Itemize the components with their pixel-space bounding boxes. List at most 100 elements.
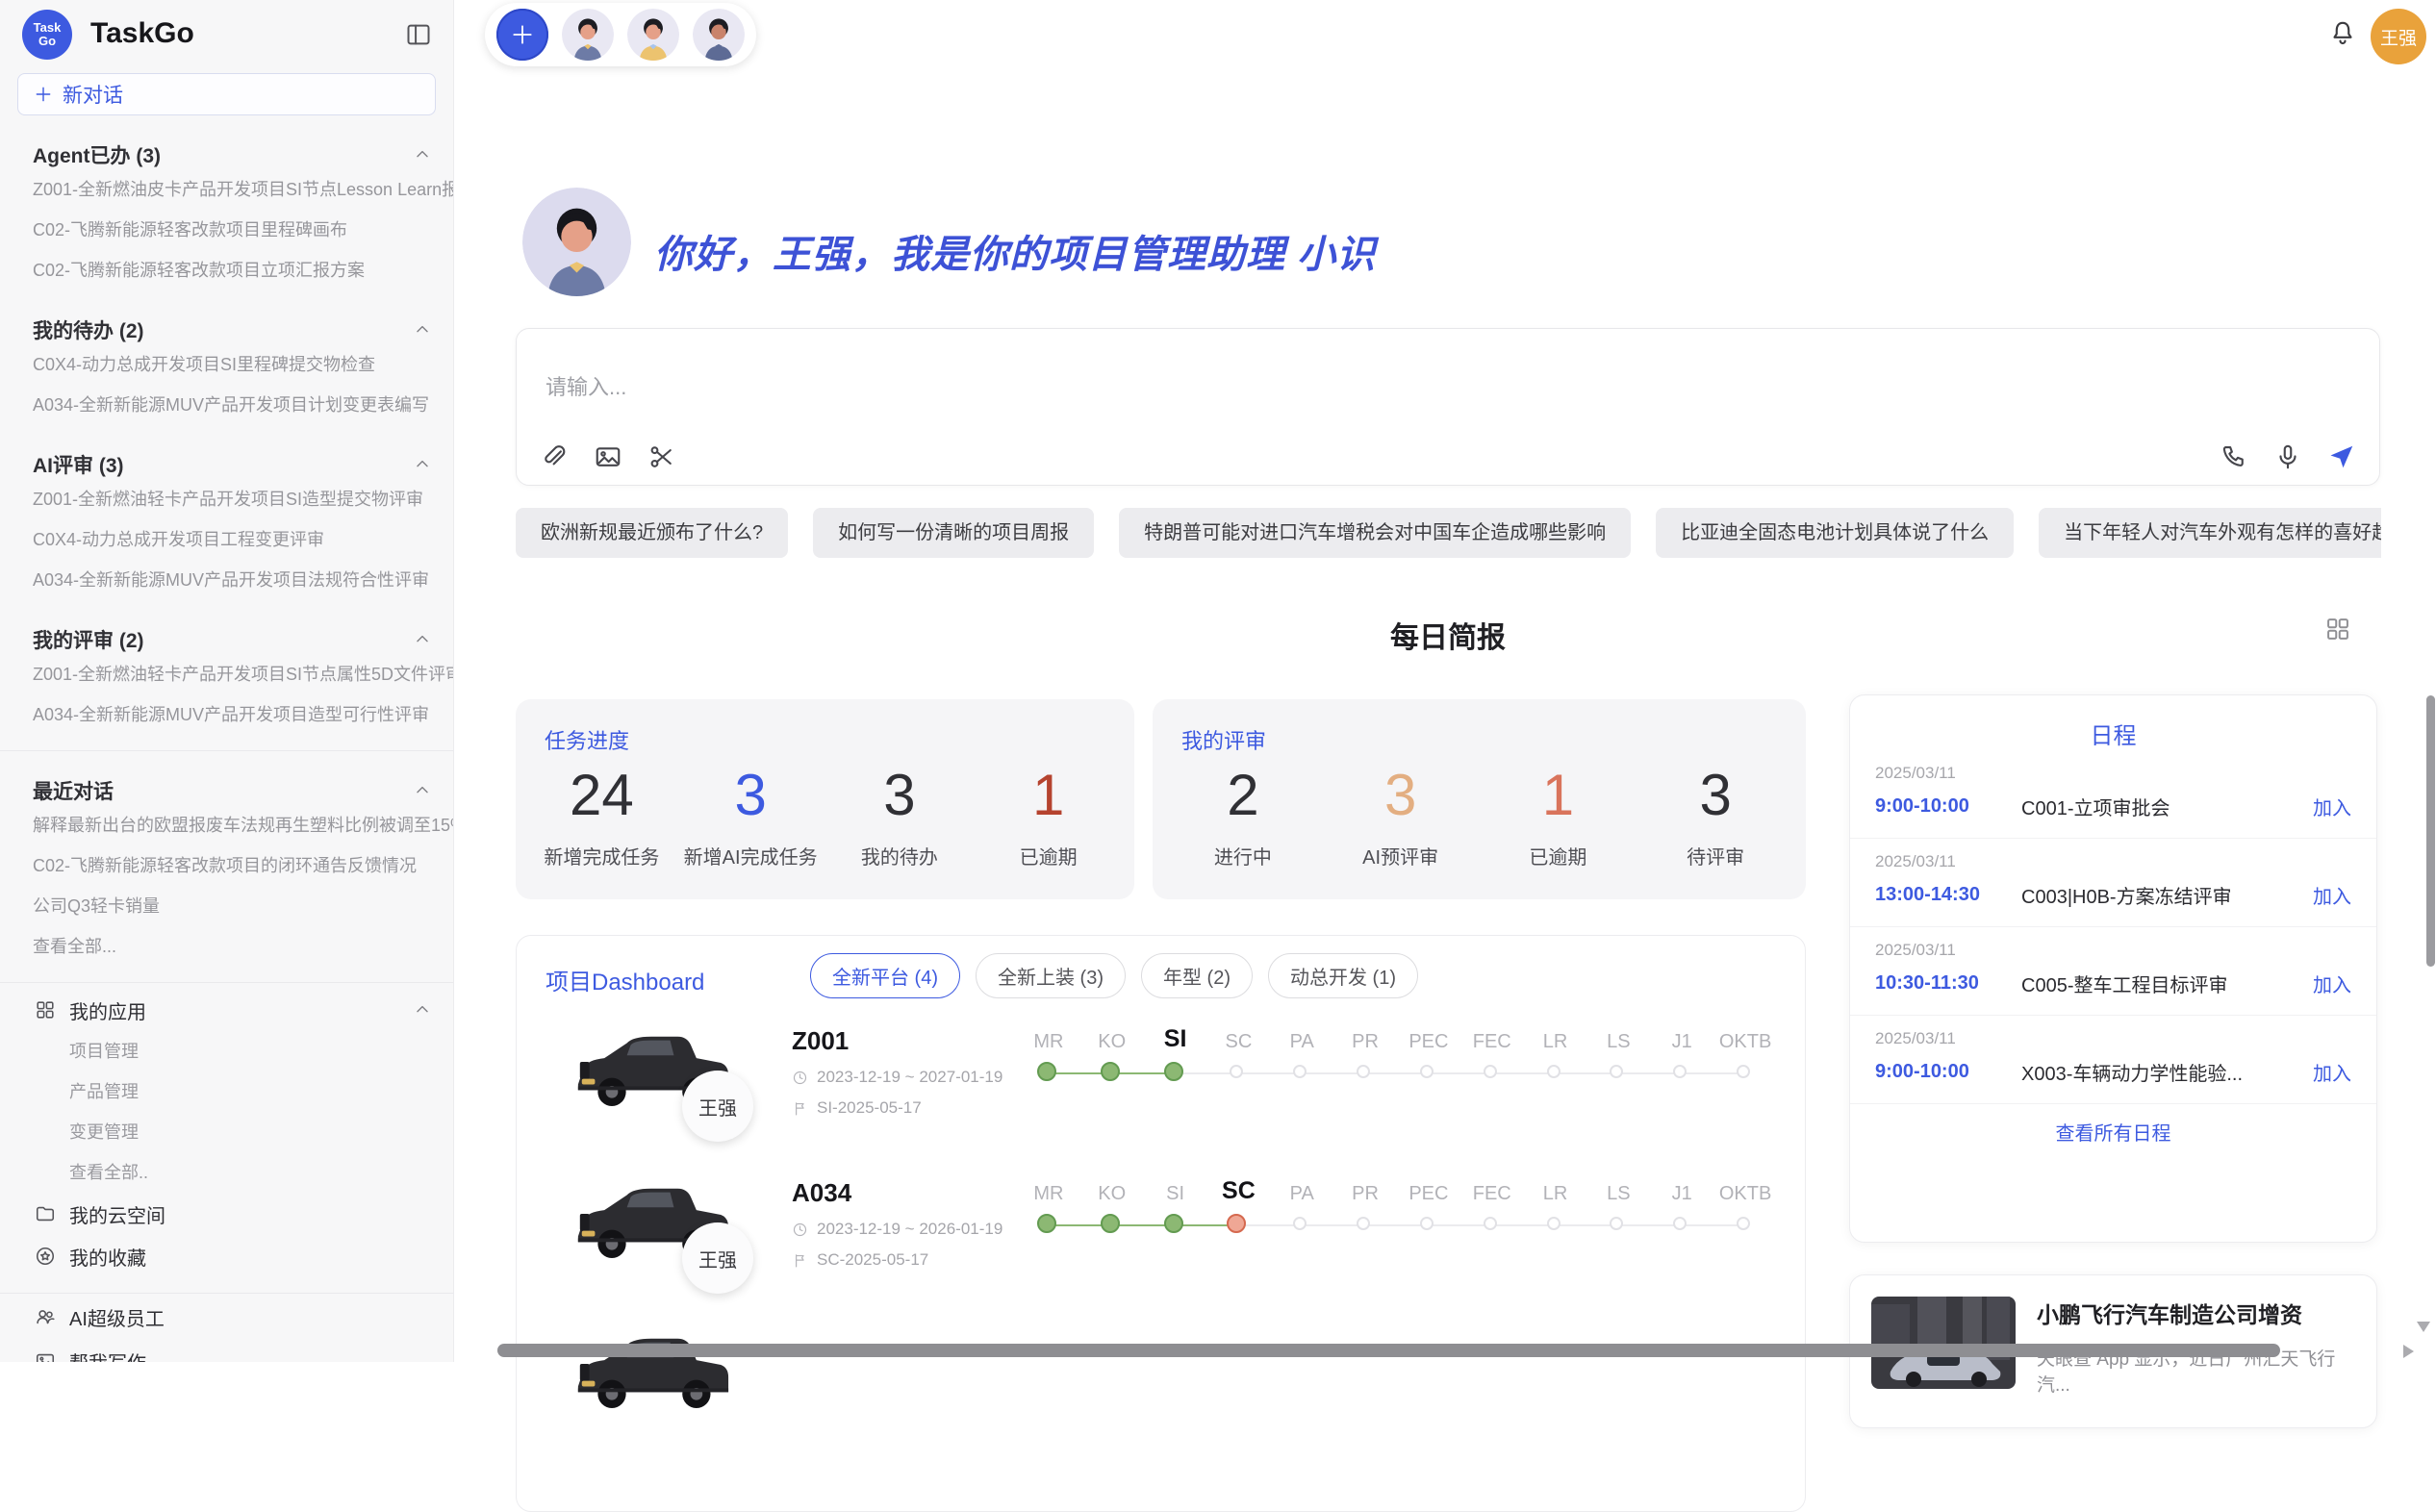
- agent-avatar-3[interactable]: [693, 9, 745, 61]
- screenshot-scissors-icon[interactable]: [647, 442, 676, 471]
- milestone-dot-pending[interactable]: [1610, 1217, 1623, 1230]
- milestone-label: FEC: [1460, 1183, 1524, 1205]
- milestone-dot-pending[interactable]: [1484, 1065, 1497, 1078]
- milestone-dot-pending[interactable]: [1357, 1065, 1370, 1078]
- briefing-layout-icon[interactable]: [2324, 616, 2351, 643]
- recent-chat-item[interactable]: 公司Q3轻卡销量: [0, 886, 453, 926]
- stat: 3待评审: [1637, 761, 1794, 869]
- sidebar-task-item[interactable]: C0X4-动力总成开发项目SI里程碑提交物检查: [0, 344, 453, 385]
- image-upload-icon[interactable]: [594, 442, 622, 471]
- sidebar-tool-item[interactable]: 帮我写作: [0, 1340, 453, 1362]
- app-link[interactable]: 产品管理: [0, 1071, 453, 1112]
- chat-input[interactable]: [546, 375, 1700, 400]
- new-chat-button[interactable]: 新对话: [17, 73, 436, 115]
- sidebar-task-item[interactable]: A034-全新新能源MUV产品开发项目计划变更表编写: [0, 385, 453, 425]
- dashboard-filter-pill[interactable]: 动总开发 (1): [1268, 953, 1418, 998]
- project-code: A034: [792, 1178, 1002, 1208]
- sidebar-task-item[interactable]: C0X4-动力总成开发项目工程变更评审: [0, 519, 453, 560]
- dashboard-filter-pill[interactable]: 全新平台 (4): [810, 953, 960, 998]
- suggestion-chip[interactable]: 当下年轻人对汽车外观有怎样的喜好趋势: [2039, 508, 2381, 558]
- app-link[interactable]: 变更管理: [0, 1112, 453, 1152]
- suggestion-chip[interactable]: 比亚迪全固态电池计划具体说了什么: [1656, 508, 2014, 558]
- milestone-dot-pending[interactable]: [1547, 1217, 1561, 1230]
- milestone-dot-pending[interactable]: [1293, 1217, 1307, 1230]
- milestone-dot-pending[interactable]: [1547, 1065, 1561, 1078]
- join-link[interactable]: 加入: [2313, 1058, 2351, 1086]
- sidebar-section-header[interactable]: 最近对话: [33, 776, 432, 805]
- suggestion-chip[interactable]: 如何写一份清晰的项目周报: [813, 508, 1094, 558]
- sidebar-section-header[interactable]: AI评审 (3): [33, 450, 432, 479]
- agent-avatar-1[interactable]: [562, 9, 614, 61]
- recent-chat-item[interactable]: C02-飞腾新能源轻客改款项目的闭环通告反馈情况: [0, 845, 453, 886]
- user-avatar[interactable]: 王强: [2371, 9, 2426, 64]
- schedule-event: 2025/03/119:00-10:00X003-车辆动力学性能验...加入: [1850, 1015, 2376, 1103]
- milestone-dot-pending[interactable]: [1357, 1217, 1370, 1230]
- sidebar-task-item[interactable]: A034-全新新能源MUV产品开发项目造型可行性评审: [0, 694, 453, 735]
- notification-bell-icon[interactable]: [2328, 19, 2357, 48]
- project-row[interactable]: 王强Z0012023-12-19 ~ 2027-01-19SI-2025-05-…: [517, 1019, 1805, 1171]
- stat-label: AI预评审: [1322, 842, 1480, 869]
- attachment-icon[interactable]: [540, 442, 569, 471]
- send-icon[interactable]: [2327, 442, 2356, 471]
- milestone-dot-pending[interactable]: [1737, 1217, 1750, 1230]
- view-all-apps-link[interactable]: 查看全部..: [0, 1152, 453, 1193]
- sidebar-section-header[interactable]: 我的待办 (2): [33, 315, 432, 344]
- view-all-chats-link[interactable]: 查看全部...: [0, 926, 453, 967]
- section-label: 最近对话: [33, 776, 413, 805]
- sidebar-section-header[interactable]: 我的评审 (2): [33, 625, 432, 654]
- milestone-dot-pending[interactable]: [1293, 1065, 1307, 1078]
- milestone-dot-pending[interactable]: [1484, 1217, 1497, 1230]
- suggestion-chip[interactable]: 特朗普可能对进口汽车增税会对中国车企造成哪些影响: [1119, 508, 1631, 558]
- event-name: X003-车辆动力学性能验...: [2021, 1058, 2313, 1086]
- milestone-dot-done[interactable]: [1037, 1214, 1056, 1233]
- clock-icon: [792, 1070, 808, 1086]
- dashboard-filter-pill[interactable]: 年型 (2): [1141, 953, 1253, 998]
- sidebar-section-header[interactable]: Agent已办 (3): [33, 140, 432, 169]
- suggestion-chip[interactable]: 欧洲新规最近颁布了什么?: [516, 508, 788, 558]
- milestone-dot-done[interactable]: [1101, 1214, 1120, 1233]
- sidebar-task-item[interactable]: Z001-全新燃油轻卡产品开发项目SI节点属性5D文件评审: [0, 654, 453, 694]
- scroll-right-arrow[interactable]: [2403, 1345, 2414, 1358]
- milestone-label: PEC: [1397, 1183, 1460, 1205]
- app-link[interactable]: 项目管理: [0, 1031, 453, 1071]
- milestone-dot-pending[interactable]: [1420, 1065, 1434, 1078]
- vertical-scrollbar[interactable]: [2426, 695, 2435, 967]
- milestone-dot-done[interactable]: [1164, 1214, 1183, 1233]
- phone-call-icon[interactable]: [2220, 442, 2248, 471]
- join-link[interactable]: 加入: [2313, 970, 2351, 997]
- project-row[interactable]: 王强A0342023-12-19 ~ 2026-01-19SC-2025-05-…: [517, 1171, 1805, 1323]
- add-agent-button[interactable]: [496, 9, 548, 61]
- milestone-dot-risk[interactable]: [1227, 1214, 1246, 1233]
- milestone-dot-pending[interactable]: [1673, 1217, 1687, 1230]
- sidebar-collapse-icon[interactable]: [405, 21, 432, 48]
- milestone-label: SC: [1207, 1031, 1271, 1053]
- microphone-icon[interactable]: [2273, 442, 2302, 471]
- dashboard-filter-pill[interactable]: 全新上装 (3): [976, 953, 1126, 998]
- milestone-dot-pending[interactable]: [1230, 1065, 1243, 1078]
- view-all-schedule-link[interactable]: 查看所有日程: [1850, 1103, 2376, 1159]
- recent-chat-item[interactable]: 解释最新出台的欧盟报废车法规再生塑料比例被调至15%...: [0, 805, 453, 845]
- sidebar-task-item[interactable]: C02-飞腾新能源轻客改款项目立项汇报方案: [0, 250, 453, 290]
- milestone-dot-pending[interactable]: [1610, 1065, 1623, 1078]
- milestone-dot-done[interactable]: [1101, 1062, 1120, 1081]
- sidebar-item-folder[interactable]: 我的云空间: [0, 1193, 453, 1235]
- milestone-dot-done[interactable]: [1164, 1062, 1183, 1081]
- join-link[interactable]: 加入: [2313, 793, 2351, 820]
- milestone-dot-pending[interactable]: [1737, 1065, 1750, 1078]
- sidebar-item-my-apps[interactable]: 我的应用: [0, 989, 453, 1031]
- milestone-dot-pending[interactable]: [1673, 1065, 1687, 1078]
- sidebar-task-item[interactable]: A034-全新新能源MUV产品开发项目法规符合性评审: [0, 560, 453, 600]
- milestone-dot-done[interactable]: [1037, 1062, 1056, 1081]
- agent-avatar-2[interactable]: [627, 9, 679, 61]
- sidebar-task-item[interactable]: C02-飞腾新能源轻客改款项目里程碑画布: [0, 210, 453, 250]
- sidebar-tool-item[interactable]: AI超级员工: [0, 1296, 453, 1338]
- join-link[interactable]: 加入: [2313, 881, 2351, 909]
- milestone-dot-pending[interactable]: [1420, 1217, 1434, 1230]
- scroll-down-arrow[interactable]: [2417, 1322, 2430, 1332]
- sidebar-item-star[interactable]: 我的收藏: [0, 1235, 453, 1277]
- sidebar-task-item[interactable]: Z001-全新燃油轻卡产品开发项目SI造型提交物评审: [0, 479, 453, 519]
- horizontal-scrollbar[interactable]: [497, 1344, 2280, 1357]
- project-date-range: 2023-12-19 ~ 2027-01-19: [817, 1068, 1002, 1087]
- schedule-event: 2025/03/119:00-10:00C001-立项审批会加入: [1850, 750, 2376, 838]
- sidebar-task-item[interactable]: Z001-全新燃油皮卡产品开发项目SI节点Lesson Learn报告: [0, 169, 453, 210]
